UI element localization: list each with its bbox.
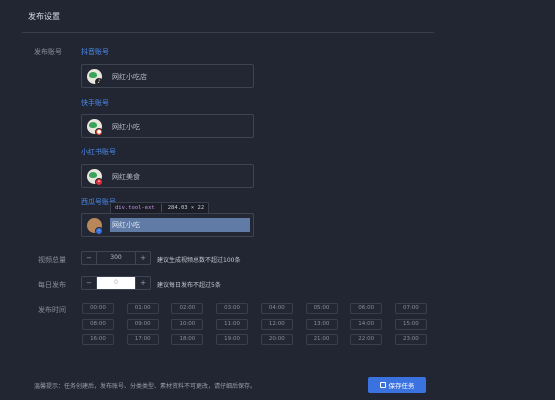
time-slot[interactable]: 20:00 bbox=[260, 334, 293, 345]
time-slot[interactable]: 05:00 bbox=[305, 303, 338, 314]
increment-button[interactable]: + bbox=[136, 277, 150, 289]
time-slot[interactable]: 16:00 bbox=[82, 334, 114, 345]
time-slot[interactable]: 22:00 bbox=[350, 334, 383, 345]
save-task-label: 保存任务 bbox=[388, 382, 415, 390]
tooltip-element-size: 284.03 × 22 bbox=[167, 205, 205, 211]
decrement-button[interactable]: − bbox=[82, 277, 96, 289]
header-divider bbox=[22, 32, 434, 33]
time-slot[interactable]: 02:00 bbox=[171, 303, 204, 314]
account-select-xiaohongshu[interactable]: • 网红美食 bbox=[81, 164, 254, 188]
time-slot[interactable]: 11:00 bbox=[216, 318, 249, 330]
time-slot[interactable]: 06:00 bbox=[350, 303, 383, 314]
footer-note: 温馨提示：任务创建后，发布账号、分类类型、素材资料不可更改，请仔细后保存。 bbox=[34, 383, 257, 390]
daily-input[interactable]: 0 bbox=[96, 277, 136, 289]
tooltip-element-name: div.tool-ext bbox=[115, 205, 155, 211]
account-select-kuaishou[interactable]: ● 网红小吃 bbox=[81, 114, 254, 138]
time-slot[interactable]: 13:00 bbox=[305, 318, 338, 330]
tooltip-divider bbox=[160, 204, 162, 212]
devtools-tooltip: div.tool-ext 284.03 × 22 bbox=[110, 202, 210, 214]
time-slot[interactable]: 00:00 bbox=[82, 303, 114, 314]
time-slot[interactable]: 17:00 bbox=[126, 334, 159, 345]
time-slot[interactable]: 10:00 bbox=[171, 318, 204, 330]
time-slot[interactable]: 14:00 bbox=[350, 318, 383, 330]
page-title: 发布设置 bbox=[28, 12, 60, 21]
account-platform-xiaohongshu: 小红书账号 bbox=[81, 148, 116, 156]
account-platform-douyin: 抖音账号 bbox=[81, 48, 109, 56]
account-nickname: 网红小吃 bbox=[110, 218, 250, 232]
header: 发布设置 bbox=[0, 0, 555, 33]
video-count-stepper[interactable]: − 300 + bbox=[81, 251, 151, 265]
increment-button[interactable]: + bbox=[136, 252, 150, 264]
daily-stepper[interactable]: − 0 + bbox=[81, 276, 151, 290]
xiaohongshu-badge-icon: • bbox=[95, 178, 103, 186]
time-slot[interactable]: 04:00 bbox=[260, 303, 293, 314]
douyin-badge-icon: ♪ bbox=[95, 78, 103, 86]
time-slot[interactable]: 21:00 bbox=[305, 334, 338, 345]
save-task-button[interactable]: 保存任务 bbox=[368, 377, 426, 393]
time-slot[interactable]: 23:00 bbox=[394, 334, 427, 345]
time-slot[interactable]: 18:00 bbox=[171, 334, 204, 345]
video-count-label: 视频总量 bbox=[38, 256, 66, 264]
account-nickname: 网红美食 bbox=[112, 173, 140, 181]
time-slot[interactable]: 08:00 bbox=[82, 318, 114, 330]
time-slot[interactable]: 19:00 bbox=[216, 334, 249, 345]
save-icon bbox=[379, 382, 386, 388]
daily-label: 每日发布 bbox=[38, 281, 66, 289]
time-slot[interactable]: 07:00 bbox=[394, 303, 427, 314]
account-nickname: 网红小吃店 bbox=[112, 73, 147, 81]
video-count-input[interactable]: 300 bbox=[96, 252, 136, 264]
daily-hint: 建议每日发布不超过5条 bbox=[157, 282, 221, 289]
decrement-button[interactable]: − bbox=[82, 252, 96, 264]
time-slot[interactable]: 01:00 bbox=[126, 303, 159, 314]
kuaishou-badge-icon: ● bbox=[95, 128, 103, 136]
account-select-xigua[interactable]: ◦ 网红小吃 bbox=[81, 213, 254, 237]
account-select-douyin[interactable]: ♪ 网红小吃店 bbox=[81, 64, 254, 88]
times-label: 发布时间 bbox=[38, 306, 66, 314]
time-slot[interactable]: 09:00 bbox=[126, 318, 159, 330]
xigua-badge-icon: ◦ bbox=[95, 227, 103, 235]
account-nickname: 网红小吃 bbox=[112, 123, 140, 131]
account-platform-kuaishou: 快手账号 bbox=[81, 99, 109, 107]
time-slot[interactable]: 12:00 bbox=[260, 318, 293, 330]
time-slot[interactable]: 03:00 bbox=[216, 303, 249, 314]
video-count-hint: 建议生成视频总数不超过100条 bbox=[157, 257, 241, 264]
accounts-label: 发布账号 bbox=[34, 48, 62, 56]
time-slot[interactable]: 15:00 bbox=[394, 318, 427, 330]
